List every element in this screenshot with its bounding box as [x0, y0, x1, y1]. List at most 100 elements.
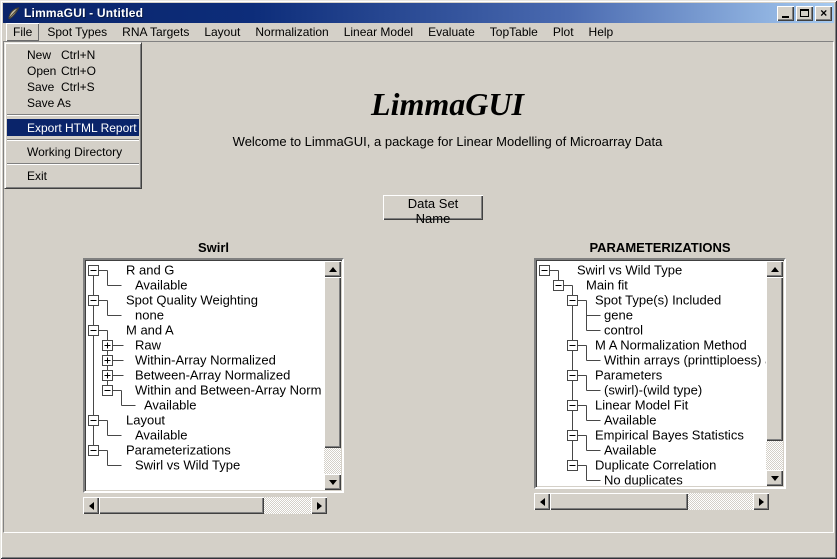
tree-node-label[interactable]: Layout	[126, 413, 165, 428]
file-menu-item-save[interactable]: SaveCtrl+S	[5, 79, 141, 95]
close-button[interactable]	[815, 6, 832, 21]
tree-node-label[interactable]: M and A	[126, 323, 174, 338]
left-vertical-scrollbar[interactable]	[324, 261, 341, 490]
left-arrow-icon	[540, 498, 545, 506]
menu-item-accelerator: Ctrl+O	[61, 64, 96, 78]
menu-plot[interactable]: Plot	[546, 23, 581, 41]
scrollbar-track[interactable]	[550, 493, 753, 510]
down-arrow-icon	[771, 476, 779, 481]
menubar: FileSpot TypesRNA TargetsLayoutNormaliza…	[3, 23, 834, 41]
menu-item-accelerator: Ctrl+N	[61, 48, 95, 62]
tree-node-label[interactable]: Swirl vs Wild Type	[577, 263, 682, 278]
tree-node-label[interactable]: Between-Array Normalized	[135, 368, 290, 383]
bottom-strip	[3, 534, 834, 556]
right-vertical-scrollbar[interactable]	[766, 261, 783, 486]
left-horizontal-scrollbar[interactable]	[83, 497, 327, 514]
tree-node-label[interactable]: Parameterizations	[126, 443, 231, 458]
scroll-down-button[interactable]	[324, 474, 341, 490]
tree-node-label[interactable]: Within and Between-Array Norm	[135, 383, 321, 398]
down-arrow-icon	[329, 480, 337, 485]
menu-spot-types[interactable]: Spot Types	[40, 23, 114, 41]
tree-node-label[interactable]: Available	[604, 443, 657, 458]
right-tree-viewport[interactable]: genecontrol Spot Type(s) Included Within a…	[537, 261, 766, 486]
menu-item-label: New	[27, 48, 61, 62]
file-menu-item-save-as[interactable]: Save As	[5, 95, 141, 111]
tree-node-label[interactable]: Spot Quality Weighting	[126, 293, 258, 308]
menu-separator	[7, 139, 139, 141]
left-arrow-icon	[89, 502, 94, 510]
app-window: LimmaGUI - Untitled FileSpot TypesRNA Ta…	[0, 0, 837, 559]
menu-help[interactable]: Help	[582, 23, 621, 41]
menu-item-label: Save As	[27, 96, 71, 110]
tree-node-label[interactable]: Available	[135, 428, 188, 443]
tree-node-label[interactable]: Linear Model Fit	[595, 398, 689, 413]
right-horizontal-scrollbar[interactable]	[534, 493, 769, 510]
minimize-icon	[782, 16, 789, 18]
scroll-up-button[interactable]	[324, 261, 341, 277]
menu-separator	[7, 163, 139, 165]
data-set-name-button[interactable]: Data Set Name	[383, 195, 483, 220]
scrollbar-thumb[interactable]	[550, 493, 688, 510]
scroll-right-button[interactable]	[753, 493, 769, 510]
tree-node-label[interactable]: Within arrays (printtiploess) a	[604, 353, 766, 368]
file-menu-item-export-html-report[interactable]: Export HTML Report	[7, 119, 139, 136]
tree-node-label[interactable]: Spot Type(s) Included	[595, 293, 721, 308]
file-menu: NewCtrl+NOpenCtrl+OSaveCtrl+SSave As Expo…	[4, 42, 142, 189]
tree-node-label[interactable]: Duplicate Correlation	[595, 458, 716, 473]
tree-node-label[interactable]: Available	[604, 413, 657, 428]
scrollbar-track[interactable]	[324, 277, 341, 474]
tree-node-label[interactable]: No duplicates	[604, 473, 683, 487]
scrollbar-track[interactable]	[99, 497, 311, 514]
tree-node-label[interactable]: M A Normalization Method	[595, 338, 747, 353]
scroll-down-button[interactable]	[766, 470, 783, 486]
menu-toptable[interactable]: TopTable	[483, 23, 545, 41]
tree-node-label[interactable]: Main fit	[586, 278, 628, 293]
scroll-up-button[interactable]	[766, 261, 783, 277]
tree-node-label[interactable]: Swirl vs Wild Type	[135, 458, 240, 473]
tree-node-label[interactable]: gene	[604, 308, 633, 323]
file-menu-item-working-directory[interactable]: Working Directory	[5, 144, 141, 160]
scrollbar-thumb[interactable]	[324, 277, 341, 448]
left-tree-canvas: AvailableR and GnoneSpot Quality Weighti…	[86, 261, 324, 490]
tree-node-label[interactable]: Available	[135, 278, 188, 293]
left-tree-panel: AvailableR and GnoneSpot Quality Weighti…	[83, 258, 344, 493]
menu-file[interactable]: File	[6, 23, 39, 41]
tree-node-label[interactable]: Raw	[135, 338, 162, 353]
right-arrow-icon	[759, 498, 764, 506]
menu-rna-targets[interactable]: RNA Targets	[115, 23, 196, 41]
menu-item-label: Export HTML Report	[27, 121, 137, 135]
tree-node-label[interactable]: control	[604, 323, 643, 338]
file-menu-item-exit[interactable]: Exit	[5, 168, 141, 184]
titlebar[interactable]: LimmaGUI - Untitled	[3, 3, 834, 23]
menu-item-label: Working Directory	[27, 145, 122, 159]
scrollbar-thumb[interactable]	[99, 497, 264, 514]
tree-node-label[interactable]: R and G	[126, 263, 174, 278]
scrollbar-thumb[interactable]	[766, 277, 783, 441]
menu-item-accelerator: Ctrl+S	[61, 80, 95, 94]
file-menu-item-open[interactable]: OpenCtrl+O	[5, 63, 141, 79]
menu-layout[interactable]: Layout	[197, 23, 247, 41]
left-tree-viewport[interactable]: AvailableR and GnoneSpot Quality Weighti…	[86, 261, 324, 490]
maximize-button[interactable]	[796, 6, 813, 21]
menu-normalization[interactable]: Normalization	[248, 23, 335, 41]
window-controls	[777, 6, 832, 21]
minimize-button[interactable]	[777, 6, 794, 21]
tree-node-label[interactable]: Available	[144, 398, 197, 413]
tree-node-label[interactable]: Empirical Bayes Statistics	[595, 428, 744, 443]
scroll-right-button[interactable]	[311, 497, 327, 514]
tree-node-label[interactable]: Within-Array Normalized	[135, 353, 276, 368]
close-icon	[820, 7, 827, 20]
scrollbar-track[interactable]	[766, 277, 783, 470]
tree-node-label[interactable]: Parameters	[595, 368, 663, 383]
menu-evaluate[interactable]: Evaluate	[421, 23, 482, 41]
right-tree-panel: genecontrol Spot Type(s) Included Within a…	[534, 258, 786, 489]
window-title: LimmaGUI - Untitled	[24, 6, 143, 20]
up-arrow-icon	[329, 267, 337, 272]
tree-node-label[interactable]: none	[135, 308, 164, 323]
scroll-left-button[interactable]	[534, 493, 550, 510]
tree-node-label[interactable]: (swirl)-(wild type)	[604, 383, 702, 398]
scroll-left-button[interactable]	[83, 497, 99, 514]
menu-linear-model[interactable]: Linear Model	[337, 23, 420, 41]
right-arrow-icon	[317, 502, 322, 510]
file-menu-item-new[interactable]: NewCtrl+N	[5, 47, 141, 63]
